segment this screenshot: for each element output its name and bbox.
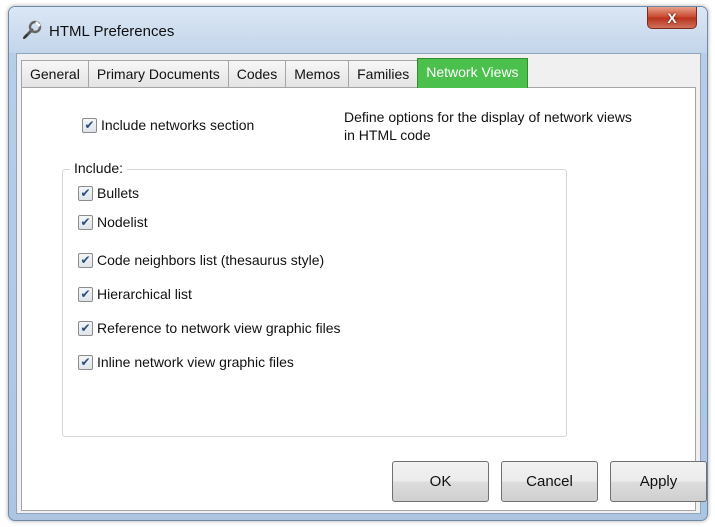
inline-graphic-files-option[interactable]: ✔ Inline network view graphic files [78, 354, 294, 370]
bullets-label: Bullets [97, 185, 140, 201]
bullets-checkbox[interactable]: ✔ [78, 185, 93, 201]
code-neighbors-label: Code neighbors list (thesaurus style) [97, 252, 325, 268]
apply-button[interactable]: Apply [610, 461, 707, 502]
tab-codes[interactable]: Codes [227, 60, 287, 88]
include-groupbox [62, 169, 567, 437]
nodelist-option[interactable]: ✔ Nodelist [78, 214, 148, 230]
close-button[interactable]: X [647, 7, 697, 29]
reference-graphic-files-option[interactable]: ✔ Reference to network view graphic file… [78, 320, 341, 336]
include-networks-checkbox[interactable]: ✔ [82, 117, 97, 133]
hierarchical-list-label: Hierarchical list [97, 286, 192, 302]
nodelist-checkbox[interactable]: ✔ [78, 214, 93, 230]
ok-button[interactable]: OK [392, 461, 489, 502]
include-networks-option[interactable]: ✔ Include networks section [82, 117, 254, 133]
preferences-dialog: HTML Preferences X General Primary Docum… [8, 6, 708, 521]
tab-general[interactable]: General [21, 60, 89, 88]
hierarchical-list-option[interactable]: ✔ Hierarchical list [78, 286, 192, 302]
tab-strip: General Primary Documents Codes Memos Fa… [21, 58, 528, 88]
code-neighbors-option[interactable]: ✔ Code neighbors list (thesaurus style) [78, 252, 324, 268]
hierarchical-list-checkbox[interactable]: ✔ [78, 286, 93, 302]
dialog-body: General Primary Documents Codes Memos Fa… [16, 53, 707, 514]
code-neighbors-checkbox[interactable]: ✔ [78, 252, 93, 268]
tab-network-views[interactable]: Network Views [417, 58, 528, 88]
network-views-panel: ✔ Include networks section Define option… [21, 87, 696, 511]
bullets-option[interactable]: ✔ Bullets [78, 185, 139, 201]
inline-graphic-files-label: Inline network view graphic files [97, 354, 294, 370]
wrench-plug-icon [21, 19, 43, 41]
reference-graphic-files-label: Reference to network view graphic files [97, 320, 341, 336]
tab-families[interactable]: Families [348, 60, 419, 88]
tab-memos[interactable]: Memos [285, 60, 350, 88]
reference-graphic-files-checkbox[interactable]: ✔ [78, 320, 93, 336]
options-description: Define options for the display of networ… [344, 109, 632, 143]
close-icon: X [667, 9, 677, 26]
nodelist-label: Nodelist [97, 214, 148, 230]
tab-primary-documents[interactable]: Primary Documents [87, 60, 229, 88]
window-title: HTML Preferences [49, 23, 175, 40]
cancel-button[interactable]: Cancel [501, 461, 598, 502]
title-bar[interactable]: HTML Preferences X [9, 7, 707, 53]
include-group-label: Include: [70, 160, 128, 176]
inline-graphic-files-checkbox[interactable]: ✔ [78, 354, 93, 370]
include-networks-label: Include networks section [101, 117, 255, 133]
